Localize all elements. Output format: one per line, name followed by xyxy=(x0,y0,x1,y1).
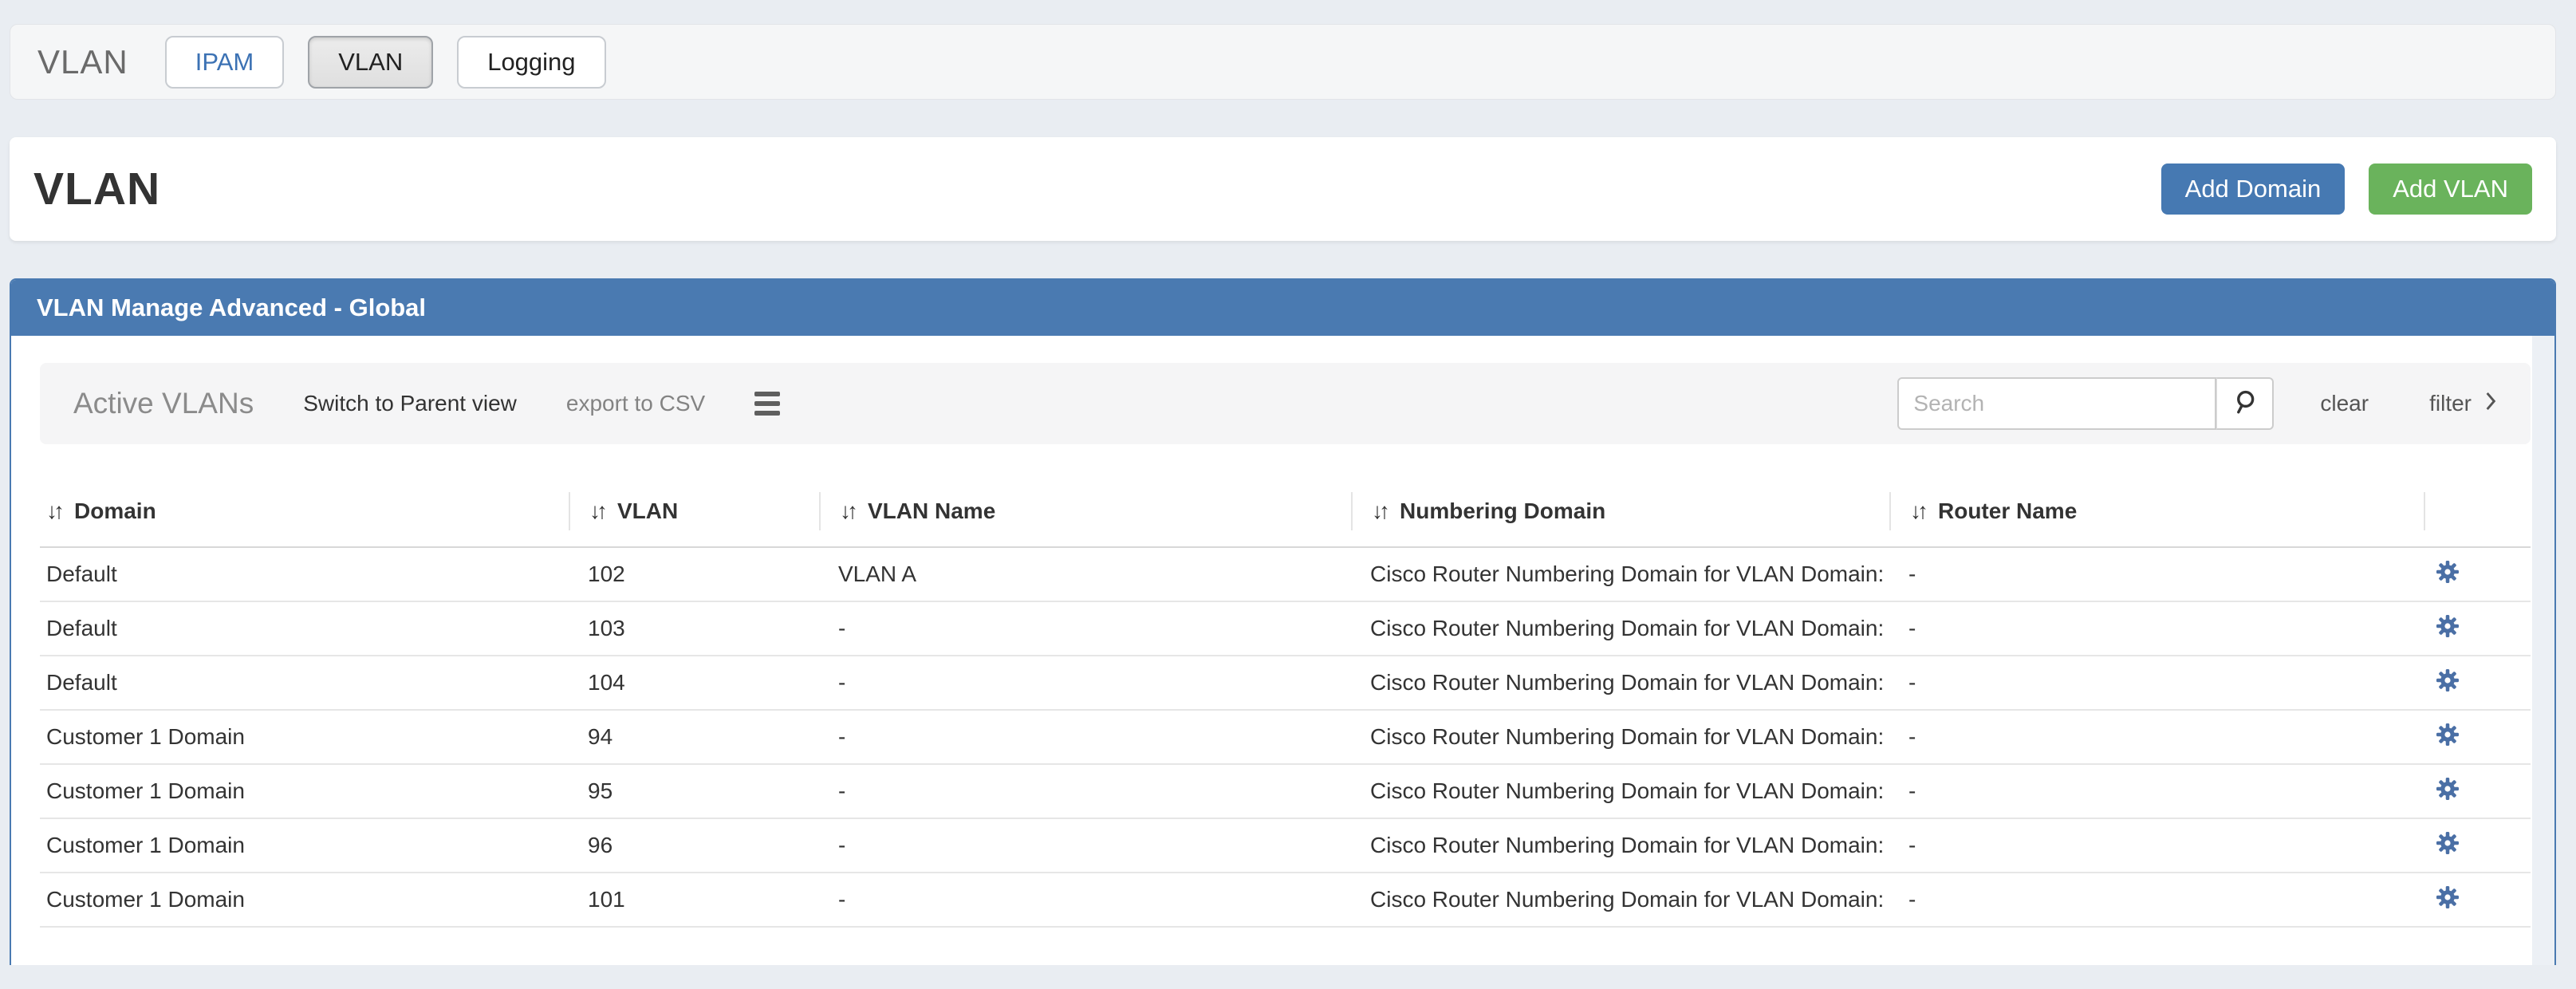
cell-vlan: 96 xyxy=(569,833,819,858)
cell-domain: Default xyxy=(40,616,569,641)
table-row: Customer 1 Domain 95 - Cisco Router Numb… xyxy=(40,765,2531,819)
page-header: VLAN Add Domain Add VLAN xyxy=(10,137,2556,241)
sort-arrows-icon xyxy=(1372,498,1390,524)
filter-link[interactable]: filter xyxy=(2429,391,2497,417)
sort-arrows-icon xyxy=(1910,498,1928,524)
cell-router-name: - xyxy=(1889,670,2424,695)
table-header-row: Domain VLAN VLAN Name Numbering Domain R… xyxy=(40,476,2531,548)
cell-numbering-domain: Cisco Router Numbering Domain for VLAN D… xyxy=(1351,887,1889,912)
gear-icon[interactable] xyxy=(2435,885,2460,910)
gear-icon[interactable] xyxy=(2435,722,2460,747)
cell-vlan-name: - xyxy=(819,833,1351,858)
cell-numbering-domain: Cisco Router Numbering Domain for VLAN D… xyxy=(1351,833,1889,858)
column-header-vlan[interactable]: VLAN xyxy=(569,492,819,530)
add-domain-button[interactable]: Add Domain xyxy=(2161,164,2346,215)
column-header-numbering-domain[interactable]: Numbering Domain xyxy=(1351,492,1889,530)
cell-vlan-name: - xyxy=(819,724,1351,750)
cell-numbering-domain: Cisco Router Numbering Domain for VLAN D… xyxy=(1351,778,1889,804)
search-input[interactable] xyxy=(1897,377,2216,430)
scrollbar-track[interactable] xyxy=(2532,336,2554,965)
magnifier-icon xyxy=(2231,388,2259,420)
column-header-domain[interactable]: Domain xyxy=(40,492,569,530)
table-row: Customer 1 Domain 96 - Cisco Router Numb… xyxy=(40,819,2531,873)
cell-domain: Default xyxy=(40,670,569,695)
table-row: Customer 1 Domain 101 - Cisco Router Num… xyxy=(40,873,2531,928)
add-vlan-button[interactable]: Add VLAN xyxy=(2369,164,2532,215)
cell-vlan-name: - xyxy=(819,778,1351,804)
gear-icon[interactable] xyxy=(2435,559,2460,585)
export-csv-link[interactable]: export to CSV xyxy=(566,391,705,416)
cell-vlan: 102 xyxy=(569,561,819,587)
cell-domain: Customer 1 Domain xyxy=(40,724,569,750)
cell-router-name: - xyxy=(1889,778,2424,804)
search-button[interactable] xyxy=(2216,377,2274,430)
gear-icon[interactable] xyxy=(2435,613,2460,639)
cell-actions xyxy=(2424,613,2531,644)
cell-vlan-name: - xyxy=(819,887,1351,912)
search-group xyxy=(1897,377,2274,430)
hamburger-icon[interactable] xyxy=(754,392,780,416)
cell-vlan: 104 xyxy=(569,670,819,695)
app-label: VLAN xyxy=(37,43,128,81)
column-header-actions xyxy=(2424,492,2531,530)
cell-router-name: - xyxy=(1889,724,2424,750)
cell-vlan: 95 xyxy=(569,778,819,804)
cell-domain: Default xyxy=(40,561,569,587)
vlan-table: Domain VLAN VLAN Name Numbering Domain R… xyxy=(40,476,2531,928)
sort-arrows-icon xyxy=(46,498,65,524)
column-header-vlan-name[interactable]: VLAN Name xyxy=(819,492,1351,530)
cell-domain: Customer 1 Domain xyxy=(40,887,569,912)
tab-vlan[interactable]: VLAN xyxy=(308,36,433,89)
cell-router-name: - xyxy=(1889,616,2424,641)
top-tab-bar: VLAN IPAM VLAN Logging xyxy=(10,24,2556,100)
sort-arrows-icon xyxy=(840,498,858,524)
cell-actions xyxy=(2424,722,2531,753)
cell-vlan: 103 xyxy=(569,616,819,641)
sort-arrows-icon xyxy=(589,498,608,524)
cell-actions xyxy=(2424,776,2531,807)
page-title: VLAN xyxy=(33,163,160,215)
filter-label: filter xyxy=(2429,391,2472,416)
cell-actions xyxy=(2424,885,2531,916)
cell-router-name: - xyxy=(1889,833,2424,858)
gear-icon[interactable] xyxy=(2435,668,2460,693)
cell-actions xyxy=(2424,830,2531,861)
table-row: Default 102 VLAN A Cisco Router Numberin… xyxy=(40,548,2531,602)
table-toolbar: Active VLANs Switch to Parent view expor… xyxy=(40,363,2531,444)
panel-body: Active VLANs Switch to Parent view expor… xyxy=(11,336,2554,965)
panel-title: VLAN Manage Advanced - Global xyxy=(11,280,2554,336)
switch-parent-view-link[interactable]: Switch to Parent view xyxy=(303,391,517,416)
cell-numbering-domain: Cisco Router Numbering Domain for VLAN D… xyxy=(1351,616,1889,641)
cell-actions xyxy=(2424,559,2531,590)
cell-numbering-domain: Cisco Router Numbering Domain for VLAN D… xyxy=(1351,724,1889,750)
chevron-right-icon xyxy=(2484,391,2497,417)
cell-numbering-domain: Cisco Router Numbering Domain for VLAN D… xyxy=(1351,670,1889,695)
vlan-panel: VLAN Manage Advanced - Global Active VLA… xyxy=(10,278,2556,965)
view-title: Active VLANs xyxy=(73,387,254,420)
cell-numbering-domain: Cisco Router Numbering Domain for VLAN D… xyxy=(1351,561,1889,587)
cell-vlan-name: VLAN A xyxy=(819,561,1351,587)
gear-icon[interactable] xyxy=(2435,776,2460,802)
clear-link[interactable]: clear xyxy=(2320,391,2369,416)
table-row: Default 103 - Cisco Router Numbering Dom… xyxy=(40,602,2531,656)
table-body: Default 102 VLAN A Cisco Router Numberin… xyxy=(40,548,2531,928)
table-row: Customer 1 Domain 94 - Cisco Router Numb… xyxy=(40,711,2531,765)
cell-router-name: - xyxy=(1889,887,2424,912)
cell-domain: Customer 1 Domain xyxy=(40,833,569,858)
gear-icon[interactable] xyxy=(2435,830,2460,856)
tab-ipam[interactable]: IPAM xyxy=(165,36,285,89)
table-row: Default 104 - Cisco Router Numbering Dom… xyxy=(40,656,2531,711)
column-header-router-name[interactable]: Router Name xyxy=(1889,492,2424,530)
cell-domain: Customer 1 Domain xyxy=(40,778,569,804)
cell-vlan: 94 xyxy=(569,724,819,750)
cell-actions xyxy=(2424,668,2531,699)
tab-logging[interactable]: Logging xyxy=(457,36,605,89)
cell-vlan: 101 xyxy=(569,887,819,912)
cell-vlan-name: - xyxy=(819,670,1351,695)
cell-vlan-name: - xyxy=(819,616,1351,641)
cell-router-name: - xyxy=(1889,561,2424,587)
